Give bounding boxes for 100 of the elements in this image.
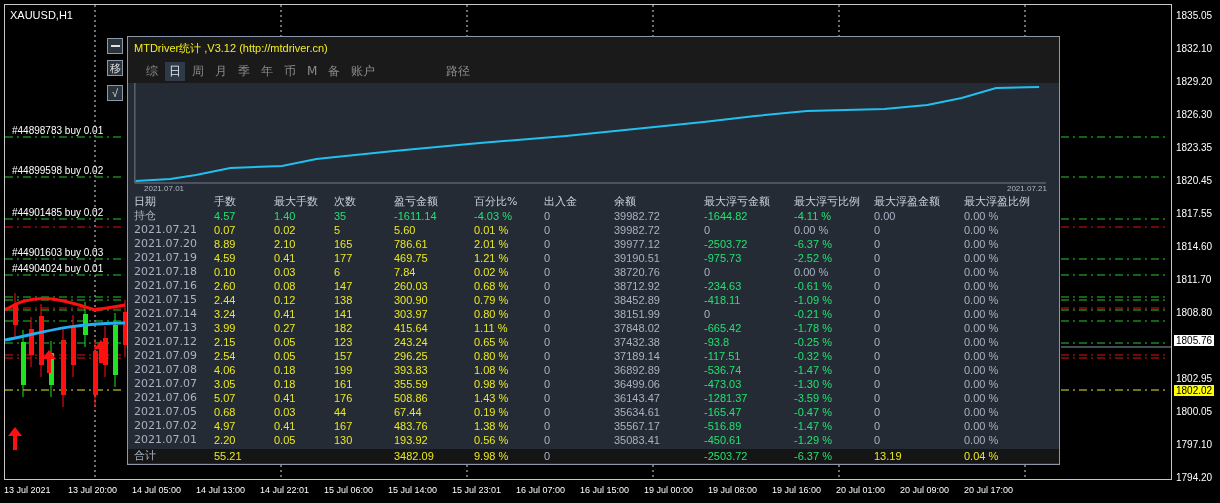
table-cell-text: 2.54 [214, 349, 237, 363]
tab[interactable]: M [303, 63, 322, 79]
table-cell-text: 0 [544, 251, 552, 265]
table-cell-text: -0.32 % [794, 349, 833, 363]
arrow-icon [42, 350, 56, 373]
table-cell-text: -418.11 [704, 293, 742, 307]
tab[interactable]: 路径 [442, 61, 475, 81]
table-cell-text: 1.38 % [474, 419, 510, 433]
table-cell-text: -1.78 % [794, 321, 833, 335]
table-cell-text: 2.60 [214, 279, 237, 293]
table-cell-text: 0.03 [274, 265, 297, 279]
tab[interactable]: 币 [280, 61, 300, 81]
table-cell-text: 0.56 % [474, 433, 510, 447]
table-cell-text: 0.02 % [474, 265, 510, 279]
candlestick [13, 292, 18, 338]
tab[interactable]: 月 [211, 61, 231, 81]
table-cell-text: 0.27 [274, 321, 297, 335]
table-cell-text: 0.02 [274, 223, 297, 237]
time-label: 16 Jul 15:00 [580, 484, 631, 497]
table-cell-text: 55.21 [214, 449, 243, 463]
table-cell-text: -0.25 % [794, 335, 833, 349]
panel-title: MTDriver统计 ,V3.12 (http://mtdriver.cn) [128, 37, 1059, 59]
candlestick [29, 316, 34, 368]
table-cell-text: 36892.89 [614, 363, 661, 377]
price-tick: 1826.30 [1176, 109, 1213, 120]
table-cell-text: 0.00 % [964, 209, 1000, 223]
table-cell-text: 296.25 [394, 349, 429, 363]
table-cell-text: 0 [544, 391, 552, 405]
table-cell-text: 0.79 % [474, 293, 510, 307]
column-header: 手数 [214, 195, 237, 209]
table-cell-text: 0.05 [274, 335, 297, 349]
table-cell-text: -1.09 % [794, 293, 833, 307]
table-cell-text: 0.12 [274, 293, 297, 307]
price-tick: 1823.35 [1176, 142, 1213, 153]
table-cell-text: 0 [544, 419, 552, 433]
table-cell-text: 243.24 [394, 335, 429, 349]
table-cell-text: 508.86 [394, 391, 429, 405]
tab[interactable]: 备 [324, 61, 345, 81]
table-cell-text: 0.41 [274, 391, 297, 405]
price-tick: 1797.10 [1176, 439, 1213, 450]
table-cell-text: 0 [874, 251, 882, 265]
side-button[interactable]: 移 [107, 60, 123, 76]
tab[interactable]: 账户 [347, 61, 380, 81]
price-tick: 1794.20 [1176, 472, 1213, 483]
table-cell-text: 0.04 % [964, 449, 1000, 463]
minimize-button[interactable] [107, 38, 123, 54]
table-cell-text: 0.00 % [964, 433, 1000, 447]
column-header: 最大手数 [274, 195, 319, 209]
table-cell-text: 0.00 % [964, 265, 1000, 279]
table-cell-text: 4.06 [214, 363, 237, 377]
table-cell-text: 2.01 % [474, 237, 510, 251]
table-cell-text: 35634.61 [614, 405, 661, 419]
table-cell-text: 0 [544, 449, 552, 463]
side-button[interactable]: √ [107, 85, 123, 101]
table-cell-text: -975.73 [704, 251, 743, 265]
table-cell-text: 13.19 [874, 449, 903, 463]
table-cell-text: 0.00 % [794, 265, 830, 279]
table-cell-text: 0 [544, 265, 552, 279]
time-label: 14 Jul 05:00 [132, 484, 183, 497]
table-cell-text: -1611.14 [394, 209, 438, 223]
price-tick: 1811.70 [1176, 274, 1212, 285]
table-cell-text: 469.75 [394, 251, 429, 265]
price-tick: 1835.05 [1176, 10, 1213, 21]
table-cell-text: 0.07 [214, 223, 237, 237]
table-cell-text: 0 [874, 293, 882, 307]
symbol-label: XAUUSD,H1 [10, 9, 73, 21]
table-cell-text: 9.98 % [474, 449, 510, 463]
table-cell-text: 35567.17 [614, 419, 661, 433]
table-cell-text: 2.10 [274, 237, 297, 251]
table-cell-text: 0.00 % [964, 349, 1000, 363]
column-header: 日期 [134, 195, 157, 209]
table-cell-text: 0.00 % [964, 293, 1000, 307]
tab[interactable]: 季 [234, 61, 254, 81]
table-cell-text: 0.41 [274, 307, 297, 321]
table-cell-text: 2021.07.05 [134, 405, 198, 419]
table-cell-text: 157 [334, 349, 354, 363]
table-cell-text: -473.03 [704, 377, 743, 391]
table-cell-text: -0.47 % [794, 405, 833, 419]
time-label: 14 Jul 13:00 [196, 484, 247, 497]
candlestick [103, 325, 108, 378]
table-cell-text: 0 [544, 405, 552, 419]
table-cell-text: 193.92 [394, 433, 429, 447]
time-label: 13 Jul 20:00 [68, 484, 119, 497]
time-label: 20 Jul 17:00 [964, 484, 1015, 497]
column-header: 出入金 [544, 195, 578, 209]
tab[interactable]: 周 [188, 61, 208, 81]
tab[interactable]: 日 [165, 61, 185, 81]
table-cell-text: 0 [874, 279, 882, 293]
chart-date: 2021.07.21 [1006, 184, 1047, 193]
table-cell-text: 0 [544, 349, 552, 363]
table-cell-text: -165.47 [704, 405, 743, 419]
tab[interactable]: 年 [257, 61, 277, 81]
table-cell-text: 0 [544, 237, 552, 251]
tab[interactable]: 综 [142, 61, 162, 81]
table-cell-text: 393.83 [394, 363, 429, 377]
column-header: 最大浮亏比例 [794, 195, 861, 209]
table-cell-text: -665.42 [704, 321, 743, 335]
table-cell-text: 3.05 [214, 377, 237, 391]
minus-icon [110, 45, 120, 47]
table-cell-text: 8.89 [214, 237, 237, 251]
